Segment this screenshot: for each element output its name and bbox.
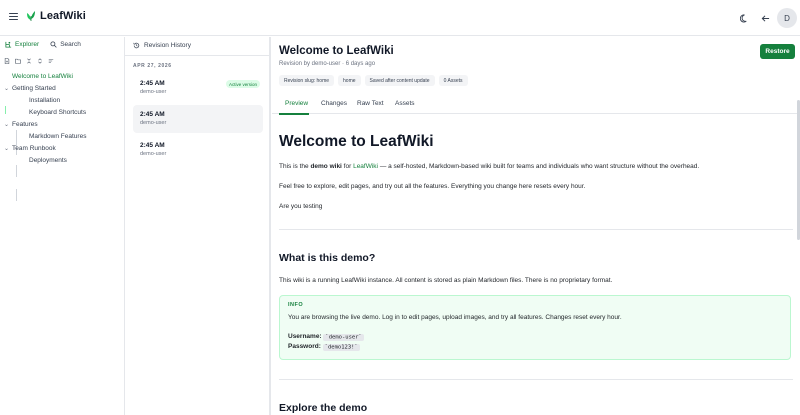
tree-item-label: Installation xyxy=(29,96,61,104)
revision-item[interactable]: 2:45 AM demo-user xyxy=(133,105,263,133)
tree-item[interactable]: Welcome to LeafWiki xyxy=(0,70,124,82)
tab-search[interactable]: Search xyxy=(50,41,81,48)
tree-folder[interactable]: ⌄ Team Runbook xyxy=(0,142,124,154)
tab-raw-text[interactable]: Raw Text xyxy=(357,100,384,107)
revision-time: 2:45 AM xyxy=(140,111,165,118)
content-tabs: Preview Changes Raw Text Assets xyxy=(272,94,800,114)
tree-item[interactable]: Deployments xyxy=(0,154,124,166)
username-label: Username: xyxy=(288,333,322,340)
collapse-icon[interactable] xyxy=(26,58,32,64)
revision-chips: Revision slug: home home Saved after con… xyxy=(279,75,468,86)
sort-icon[interactable] xyxy=(48,58,54,64)
top-bar: LeafWiki D xyxy=(0,0,800,36)
moon-icon xyxy=(739,13,747,22)
restore-button[interactable]: Restore xyxy=(760,44,795,59)
new-page-icon[interactable] xyxy=(4,58,10,64)
revision-user: demo-user xyxy=(140,89,167,95)
password-line: Password: `demo123!` xyxy=(288,343,360,351)
tree-item-label: Deployments xyxy=(29,156,67,164)
tree-item-label: Features xyxy=(12,120,38,128)
revision-item[interactable]: 2:45 AM demo-user xyxy=(133,136,263,164)
divider xyxy=(279,379,793,380)
explorer-icon xyxy=(5,41,12,48)
doc-paragraph: This wiki is a running LeafWiki instance… xyxy=(279,277,613,284)
info-callout: INFO You are browsing the live demo. Log… xyxy=(279,295,791,360)
tab-assets[interactable]: Assets xyxy=(395,100,415,107)
revision-meta: Revision by demo-user · 6 days ago xyxy=(279,61,376,67)
doc-subheading: Explore the demo xyxy=(279,402,368,414)
tab-preview[interactable]: Preview xyxy=(285,100,308,107)
app-name: LeafWiki xyxy=(40,10,86,22)
tab-changes[interactable]: Changes xyxy=(321,100,347,107)
revision-time: 2:45 AM xyxy=(140,142,165,149)
revision-title: Revision History xyxy=(144,42,191,49)
tree-item[interactable]: Installation xyxy=(0,94,124,106)
tab-explorer-label: Explorer xyxy=(15,41,40,48)
new-folder-icon[interactable] xyxy=(15,58,21,64)
text: This is the xyxy=(279,163,311,170)
revision-user: demo-user xyxy=(140,120,167,126)
chip: Revision slug: home xyxy=(279,75,335,86)
doc-paragraph: This is the demo wiki for LeafWiki — a s… xyxy=(279,163,699,170)
username-value: `demo-user` xyxy=(323,333,364,341)
password-value: `demo123!` xyxy=(322,343,360,351)
revision-user: demo-user xyxy=(140,151,167,157)
revision-time: 2:45 AM xyxy=(140,80,165,87)
revision-header: Revision History xyxy=(133,42,191,49)
theme-toggle-button[interactable] xyxy=(735,9,753,27)
chip: home xyxy=(338,75,361,86)
tree-folder[interactable]: ⌄ Features xyxy=(0,118,124,130)
tree-item[interactable]: Keyboard Shortcuts xyxy=(0,106,124,118)
leaf-logo-icon xyxy=(27,11,35,21)
arrow-left-icon xyxy=(761,14,769,22)
main-content: Welcome to LeafWiki Revision by demo-use… xyxy=(272,37,800,415)
page-title: Welcome to LeafWiki xyxy=(279,45,394,57)
chip: 0 Assets xyxy=(438,75,468,86)
doc-paragraph: Are you testing xyxy=(279,203,323,210)
back-button[interactable] xyxy=(756,9,774,27)
doc-subheading: What is this demo? xyxy=(279,252,376,264)
doc-paragraph: Feel free to explore, edit pages, and tr… xyxy=(279,183,586,190)
info-text: You are browsing the live demo. Log in t… xyxy=(288,314,622,321)
user-avatar[interactable]: D xyxy=(777,8,797,28)
tree-folder[interactable]: ⌄ Getting Started xyxy=(0,82,124,94)
search-icon xyxy=(50,41,57,48)
tree-item-label: Welcome to LeafWiki xyxy=(12,72,73,80)
username-line: Username: `demo-user` xyxy=(288,333,364,341)
chevron-down-icon[interactable]: ⌄ xyxy=(3,121,10,128)
tree-item-label: Keyboard Shortcuts xyxy=(29,108,87,116)
password-label: Password: xyxy=(288,343,321,350)
tree-guide xyxy=(16,165,17,177)
divider xyxy=(125,55,270,56)
bold-text: demo wiki xyxy=(310,163,342,170)
tree-guide xyxy=(16,189,17,201)
text: for xyxy=(341,163,354,170)
doc-heading: Welcome to LeafWiki xyxy=(279,133,434,150)
revision-item[interactable]: 2:45 AM demo-user Active version xyxy=(133,74,263,102)
tree-item-label: Getting Started xyxy=(12,84,56,92)
tree-item-label: Markdown Features xyxy=(29,132,87,140)
tree-item-label: Team Runbook xyxy=(12,144,56,152)
status-badge: Active version xyxy=(225,80,260,88)
active-tab-indicator xyxy=(279,113,309,115)
revision-date: APR 27, 2026 xyxy=(133,63,172,69)
brand[interactable]: LeafWiki xyxy=(26,10,86,22)
text: — a self-hosted, Markdown-based wiki bui… xyxy=(378,163,700,170)
sidebar: Explorer Search Welcome to LeafWiki ⌄ Get… xyxy=(0,37,125,415)
chevron-down-icon[interactable]: ⌄ xyxy=(3,85,10,92)
leafwiki-link[interactable]: LeafWiki xyxy=(353,163,378,170)
divider xyxy=(279,229,793,230)
expand-icon[interactable] xyxy=(37,58,43,64)
tree-item[interactable]: Markdown Features xyxy=(0,130,124,142)
menu-icon[interactable] xyxy=(9,12,18,21)
tab-explorer[interactable]: Explorer xyxy=(5,41,39,48)
history-icon xyxy=(133,42,140,49)
info-label: INFO xyxy=(288,302,304,308)
tab-search-label: Search xyxy=(60,41,81,48)
chevron-down-icon[interactable]: ⌄ xyxy=(3,145,10,152)
chip: Saved after content update xyxy=(364,75,435,86)
revision-panel: Revision History APR 27, 2026 2:45 AM de… xyxy=(125,37,271,415)
